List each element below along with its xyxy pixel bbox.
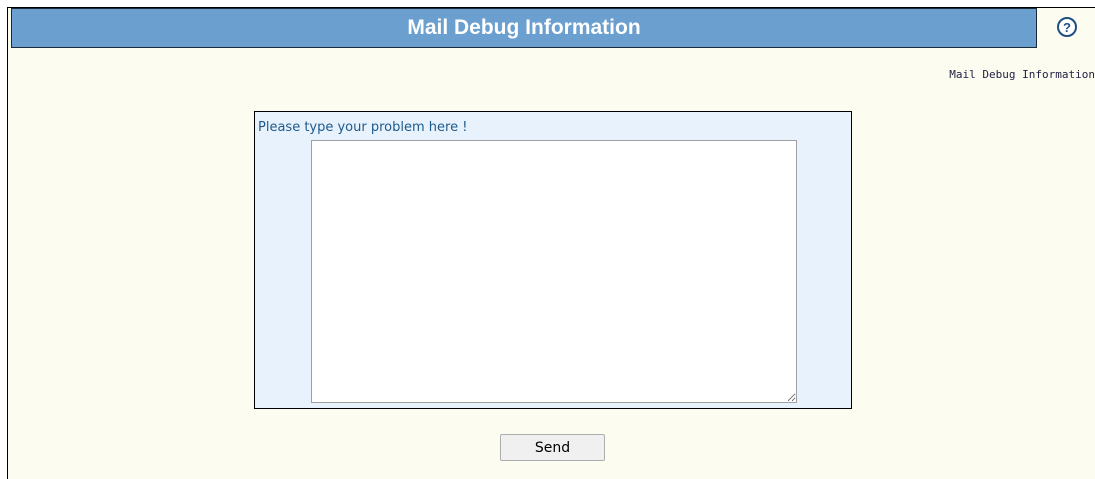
page-title: Mail Debug Information — [407, 16, 641, 39]
problem-form: Please type your problem here ! — [254, 111, 852, 409]
help-icon[interactable]: ? — [1057, 17, 1077, 37]
question-mark-glyph: ? — [1063, 19, 1071, 35]
breadcrumb: Mail Debug Information — [949, 68, 1095, 81]
title-bar: Mail Debug Information — [11, 8, 1037, 48]
send-button[interactable]: Send — [500, 434, 605, 461]
problem-textarea[interactable] — [311, 140, 797, 403]
problem-prompt-label: Please type your problem here ! — [258, 120, 468, 135]
